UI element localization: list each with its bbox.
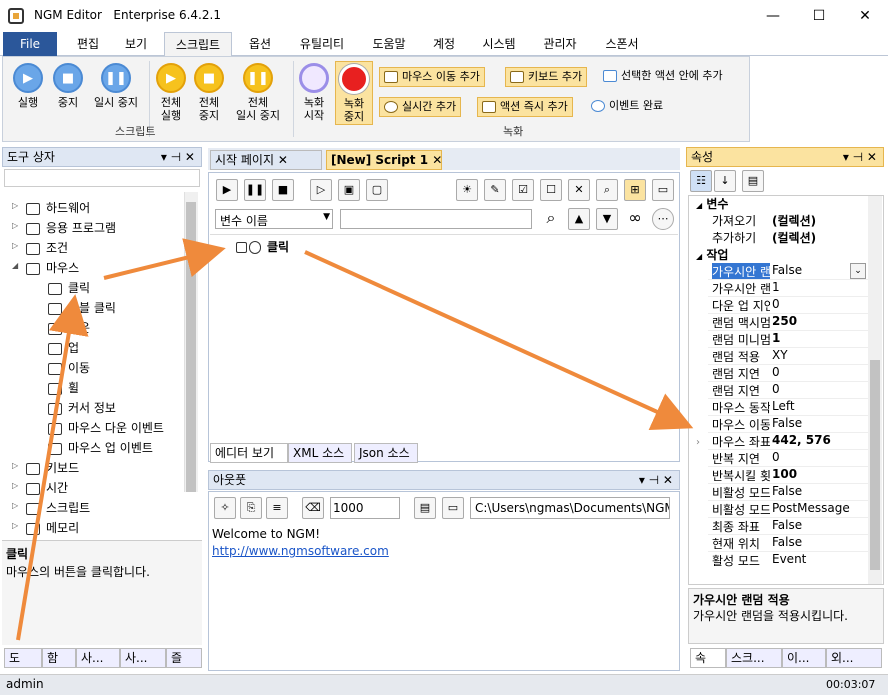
arrow-toolbox-to-editor — [103, 238, 226, 280]
arrow-tab-to-click — [16, 294, 89, 641]
annotation-arrows — [16, 238, 694, 641]
arrow-editor-to-properties — [304, 250, 694, 430]
